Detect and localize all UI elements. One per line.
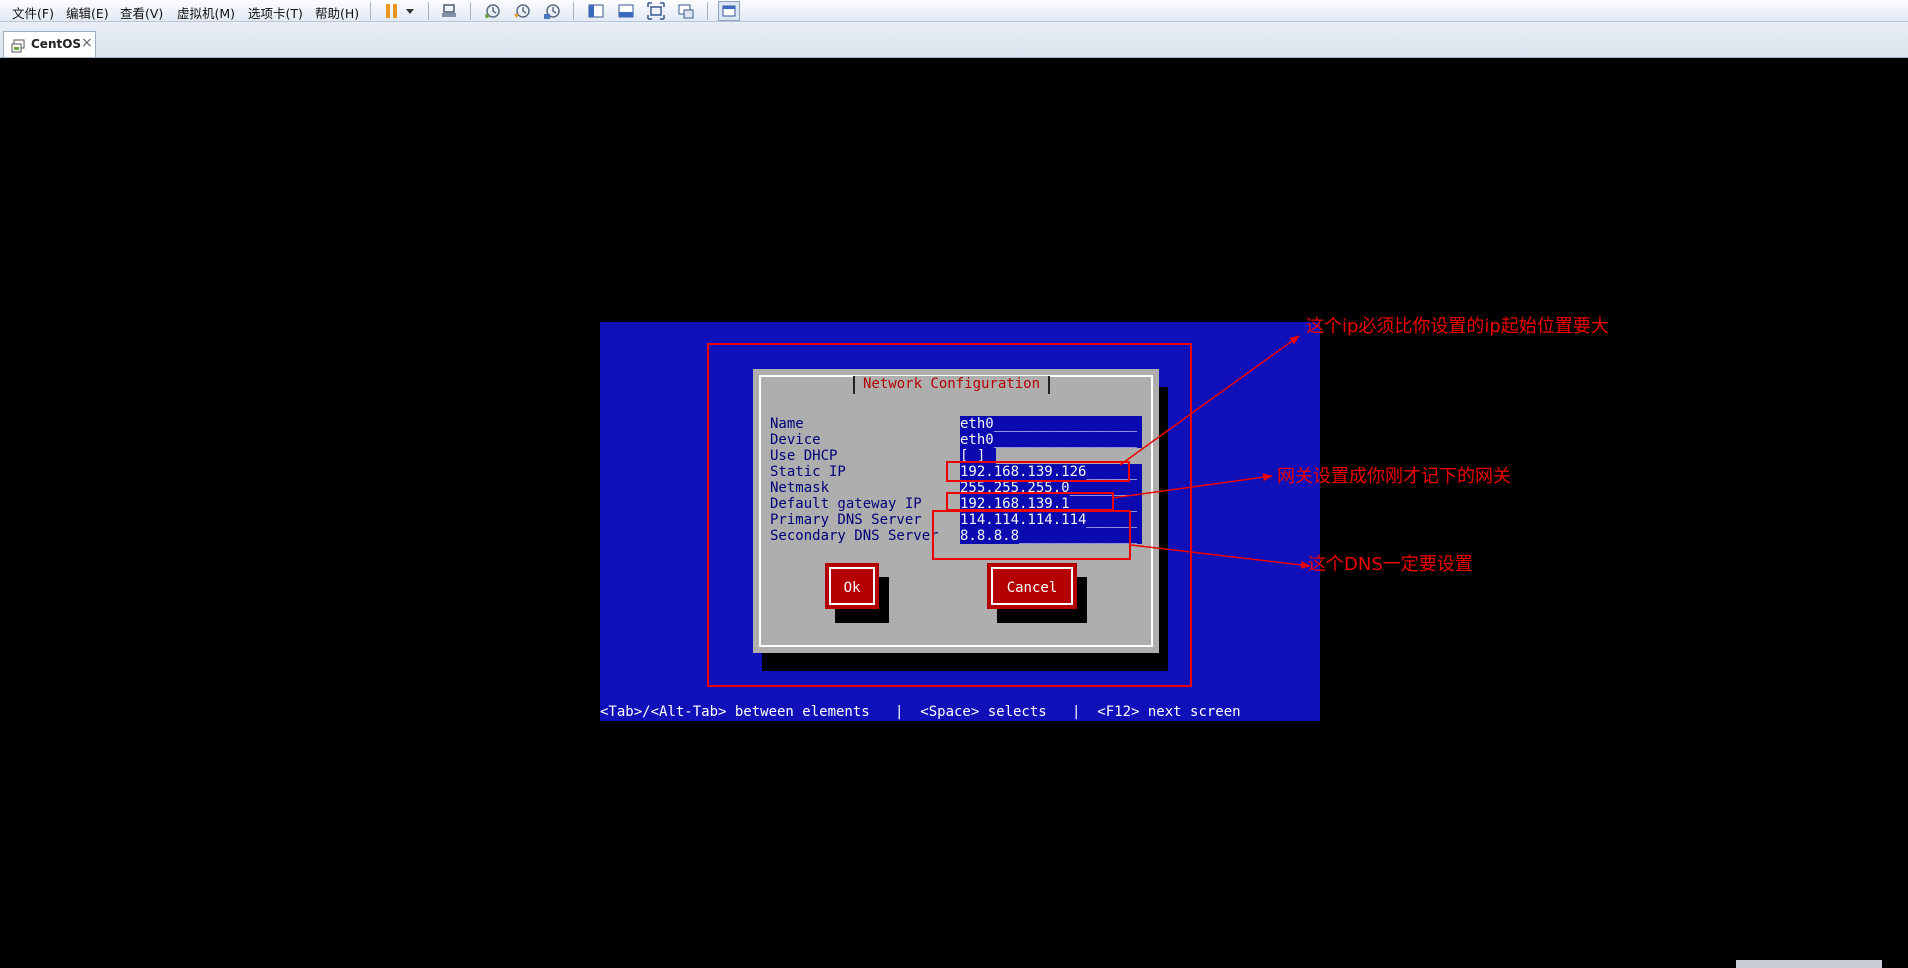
annotation-dns-note: 这个DNS一定要设置 — [1308, 554, 1473, 575]
vm-status-strip — [1736, 960, 1882, 968]
arrow-static-ip — [1119, 335, 1300, 466]
arrow-gateway — [1111, 473, 1273, 499]
arrow-dns — [1130, 544, 1311, 569]
annotation-ip-note: 这个ip必须比你设置的ip起始位置要大 — [1306, 316, 1609, 337]
annotation-arrows — [1111, 335, 1311, 569]
annotation-gateway-note: 网关设置成你刚才记下的网关 — [1277, 466, 1511, 487]
